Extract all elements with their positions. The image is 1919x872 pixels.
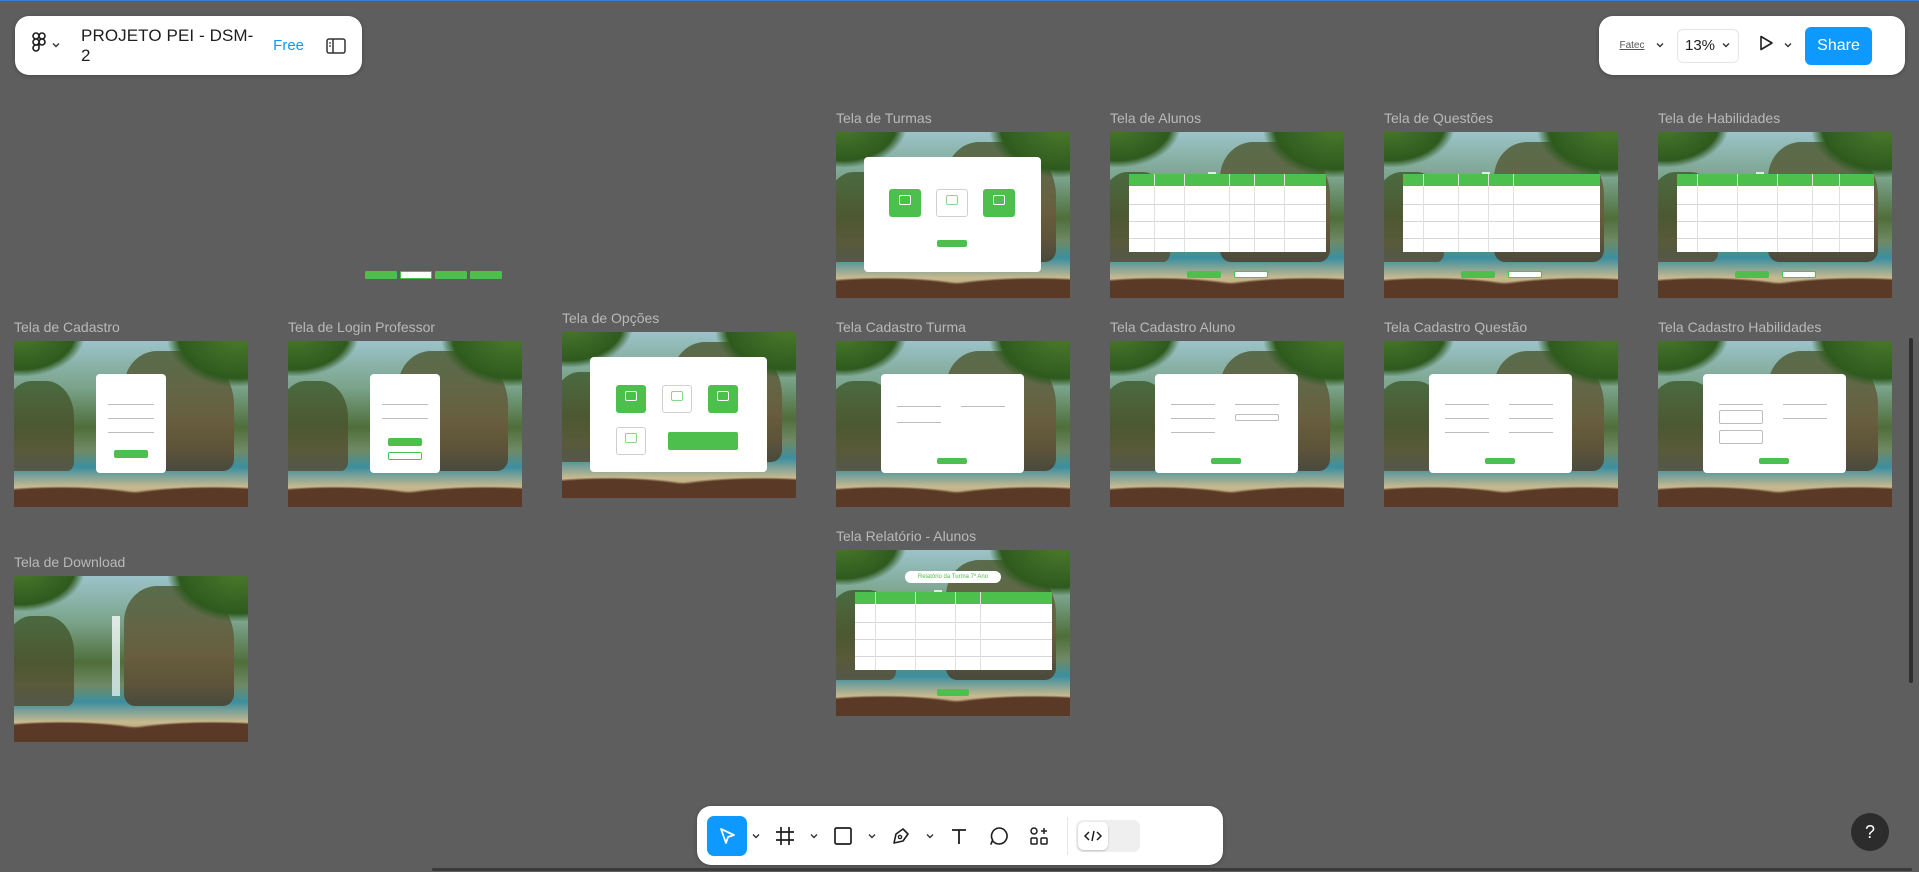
frame-tela-alunos[interactable] <box>1110 132 1344 298</box>
frame-cadastro-questao[interactable] <box>1384 341 1618 507</box>
toolbar-divider <box>1067 816 1068 855</box>
nav-pill <box>365 271 397 279</box>
frame-tela-login[interactable] <box>288 341 522 507</box>
chevron-down-icon <box>1721 37 1731 54</box>
nav-pill <box>400 271 432 279</box>
zoom-menu[interactable]: 13% <box>1677 28 1739 63</box>
frame-tool-group[interactable] <box>765 815 823 857</box>
frame-label-cadastro-questao[interactable]: Tela Cadastro Questão <box>1384 319 1527 335</box>
frame-label-questoes[interactable]: Tela de Questões <box>1384 110 1493 126</box>
main-menu-button[interactable] <box>31 32 61 59</box>
nav-pill <box>470 271 502 279</box>
move-tool-group[interactable] <box>707 815 765 857</box>
pen-tool-group[interactable] <box>881 815 939 857</box>
chevron-down-icon[interactable] <box>805 831 823 841</box>
play-icon <box>1757 34 1775 57</box>
bottom-toolbar <box>697 806 1223 865</box>
chevron-down-icon[interactable] <box>863 831 881 841</box>
frame-cadastro-aluno[interactable] <box>1110 341 1344 507</box>
frame-label-cadastro-aluno[interactable]: Tela Cadastro Aluno <box>1110 319 1235 335</box>
present-button[interactable] <box>1757 34 1793 57</box>
comment-tool[interactable] <box>979 815 1019 857</box>
frame-label-login[interactable]: Tela de Login Professor <box>288 319 435 335</box>
chevron-down-icon <box>51 37 61 55</box>
frame-tela-download[interactable] <box>14 576 248 742</box>
nav-pill <box>435 271 467 279</box>
chevron-down-icon <box>1655 37 1665 55</box>
nav-buttons-component[interactable] <box>365 271 503 279</box>
move-tool-icon[interactable] <box>707 815 747 856</box>
frame-cadastro-habilidades[interactable] <box>1658 341 1892 507</box>
chevron-down-icon[interactable] <box>747 831 765 841</box>
assets-tool-icon[interactable] <box>1019 816 1059 856</box>
frame-label-opcoes[interactable]: Tela de Opções <box>562 310 659 326</box>
assets-tool[interactable] <box>1019 815 1059 857</box>
chevron-down-icon[interactable] <box>921 831 939 841</box>
top-border <box>0 0 1919 1</box>
frame-tela-habilidades[interactable] <box>1658 132 1892 298</box>
right-controls-panel: Fatec 13% Share <box>1599 16 1905 75</box>
pen-tool-icon[interactable] <box>881 816 921 856</box>
figma-logo-icon <box>31 32 47 59</box>
frame-cadastro-turma[interactable] <box>836 341 1070 507</box>
dev-mode-toggle[interactable] <box>1076 819 1140 852</box>
file-title[interactable]: PROJETO PEI - DSM-2 <box>81 26 262 66</box>
frame-label-turmas[interactable]: Tela de Turmas <box>836 110 932 126</box>
panel-toggle-icon[interactable] <box>326 37 346 54</box>
help-button[interactable]: ? <box>1851 813 1889 851</box>
share-button[interactable]: Share <box>1805 26 1872 65</box>
zoom-level: 13% <box>1684 37 1716 54</box>
frame-tela-turmas[interactable] <box>836 132 1070 298</box>
file-panel: PROJETO PEI - DSM-2 Free <box>15 16 362 75</box>
frame-label-alunos[interactable]: Tela de Alunos <box>1110 110 1201 126</box>
vertical-scrollbar[interactable] <box>1909 338 1913 683</box>
frame-label-habilidades[interactable]: Tela de Habilidades <box>1658 110 1780 126</box>
horizontal-scrollbar[interactable] <box>432 868 1912 871</box>
code-icon <box>1078 821 1108 850</box>
frame-label-download[interactable]: Tela de Download <box>14 554 125 570</box>
card <box>864 157 1041 272</box>
user-menu[interactable]: Fatec <box>1617 37 1665 55</box>
chevron-down-icon[interactable] <box>1783 37 1793 55</box>
avatar: Fatec <box>1619 40 1645 51</box>
frame-tela-questoes[interactable] <box>1384 132 1618 298</box>
rectangle-tool-group[interactable] <box>823 815 881 857</box>
frame-tela-opcoes[interactable] <box>562 332 796 498</box>
comment-tool-icon[interactable] <box>979 816 1019 856</box>
frame-label-cadastro[interactable]: Tela de Cadastro <box>14 319 120 335</box>
frame-relatorio-alunos[interactable]: Relatório da Turma 7º Ano <box>836 550 1070 716</box>
text-tool-icon[interactable] <box>939 816 979 856</box>
frame-label-cadastro-turma[interactable]: Tela Cadastro Turma <box>836 319 966 335</box>
frame-tela-cadastro[interactable] <box>14 341 248 507</box>
rectangle-tool-icon[interactable] <box>823 816 863 856</box>
frame-tool-icon[interactable] <box>765 816 805 856</box>
text-tool[interactable] <box>939 815 979 857</box>
frame-label-cadastro-habilidades[interactable]: Tela Cadastro Habilidades <box>1658 319 1821 335</box>
report-title: Relatório da Turma 7º Ano <box>905 571 1001 583</box>
plan-badge[interactable]: Free <box>273 37 304 54</box>
frame-label-relatorio[interactable]: Tela Relatório - Alunos <box>836 528 976 544</box>
